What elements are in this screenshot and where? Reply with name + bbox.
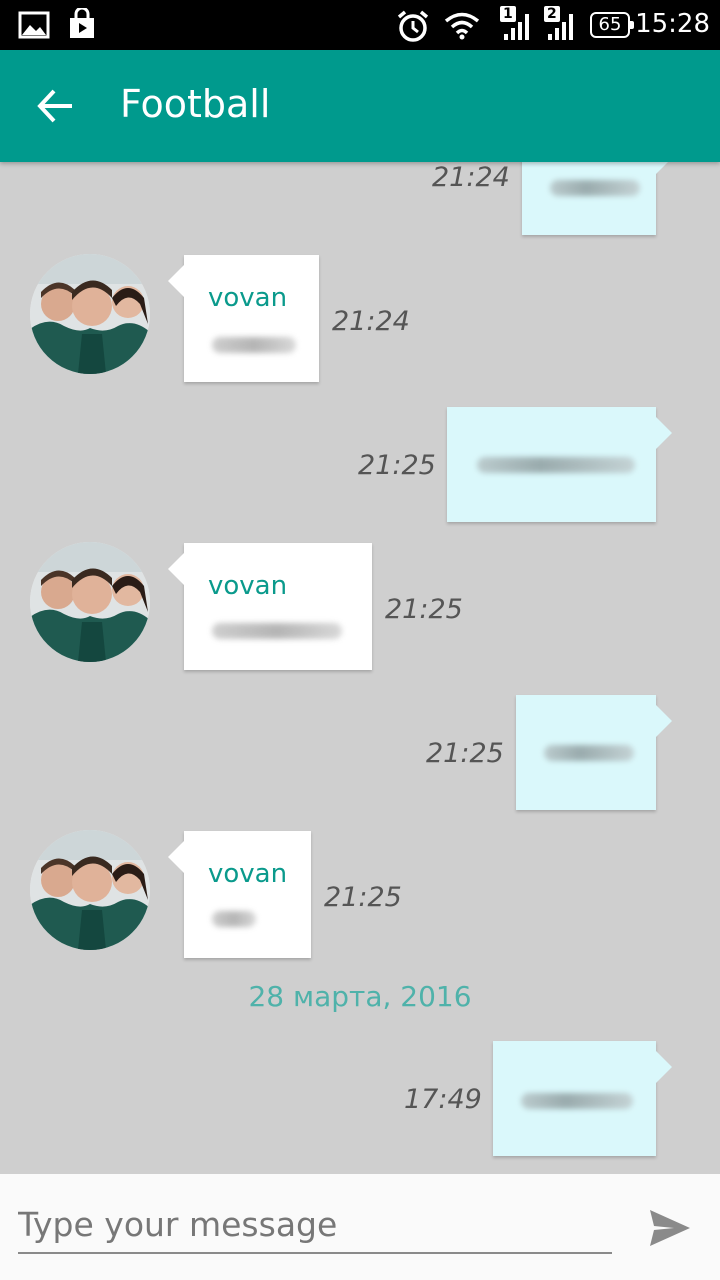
message-bubble[interactable]: vovan xyxy=(168,831,311,958)
blurred-message-text xyxy=(477,457,635,473)
wifi-icon xyxy=(444,12,480,40)
blurred-message-text xyxy=(550,180,640,196)
date-separator: 28 марта, 2016 xyxy=(248,980,472,1013)
arrow-left-icon[interactable] xyxy=(28,80,84,132)
blurred-message-text xyxy=(212,623,342,639)
avatar[interactable] xyxy=(30,254,150,374)
message-time: 21:25 xyxy=(324,882,402,913)
message-time: 21:24 xyxy=(432,162,510,193)
message-composer xyxy=(0,1174,720,1280)
avatar[interactable] xyxy=(30,830,150,950)
signal-sim2-icon: 2 xyxy=(542,6,574,42)
battery-icon: 65 xyxy=(590,12,634,38)
message-bubble[interactable] xyxy=(493,1041,672,1156)
send-icon[interactable] xyxy=(648,1208,692,1248)
blurred-message-text xyxy=(521,1093,633,1109)
message-bubble[interactable] xyxy=(516,695,672,810)
message-input[interactable] xyxy=(18,1196,612,1254)
message-bubble[interactable] xyxy=(447,407,672,522)
blurred-message-text xyxy=(212,911,256,927)
message-time: 21:25 xyxy=(358,450,436,481)
avatar-photo xyxy=(30,542,150,662)
message-time: 21:25 xyxy=(385,594,463,625)
avatar[interactable] xyxy=(30,542,150,662)
avatar-photo xyxy=(30,830,150,950)
message-bubble[interactable]: vovan xyxy=(168,255,319,382)
message-time: 21:24 xyxy=(332,306,410,337)
sender-name: vovan xyxy=(208,571,288,601)
signal-sim1-icon: 1 xyxy=(498,6,530,42)
store-icon xyxy=(70,8,94,38)
blurred-message-text xyxy=(212,337,296,353)
chat-title: Football xyxy=(120,82,271,126)
sender-name: vovan xyxy=(208,283,288,313)
alarm-icon xyxy=(397,10,429,42)
message-time: 21:25 xyxy=(426,738,504,769)
app-bar: Football xyxy=(0,50,720,162)
blurred-message-text xyxy=(544,745,634,761)
message-bubble[interactable] xyxy=(522,162,672,235)
status-time: 15:28 xyxy=(635,9,710,39)
message-time: 17:49 xyxy=(404,1084,482,1115)
status-bar: 1 2 65 15:28 xyxy=(0,0,720,50)
message-list[interactable]: 21:24 vovan 21:24 21:25 vovan 21:25 21:2… xyxy=(0,162,720,1174)
image-icon xyxy=(18,11,50,39)
message-bubble[interactable]: vovan xyxy=(168,543,372,670)
avatar-photo xyxy=(30,254,150,374)
sender-name: vovan xyxy=(208,859,288,889)
